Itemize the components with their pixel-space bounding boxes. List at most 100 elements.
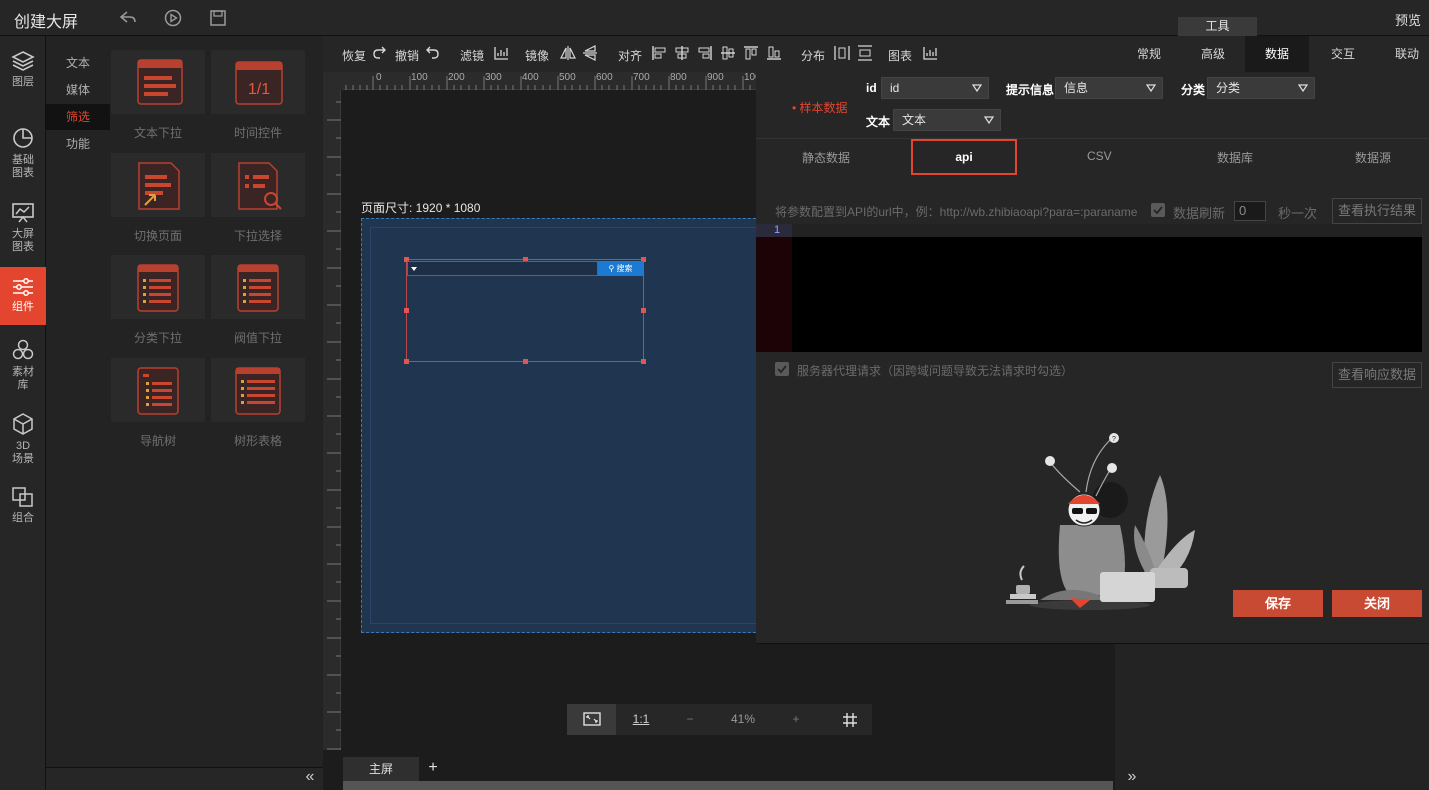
align-center-icon[interactable] (674, 45, 690, 61)
bar-chart-icon[interactable] (493, 45, 509, 61)
component-tree-table[interactable]: 树形表格 (211, 344, 305, 448)
flip-horizontal-icon[interactable] (560, 45, 576, 61)
cube-icon (13, 413, 33, 435)
subcat-text[interactable]: 文本 (46, 50, 110, 76)
grid-toggle-button[interactable] (827, 704, 872, 735)
resize-handle[interactable] (523, 359, 528, 364)
align-left-icon[interactable] (651, 45, 667, 61)
tab-data[interactable]: 数据 (1245, 36, 1309, 72)
nav-item-components[interactable]: 组件 (0, 267, 46, 325)
redo-icon[interactable] (372, 45, 388, 61)
top-bar: 创建大屏 工具 预览 (0, 0, 1429, 36)
widget-search-button[interactable]: ⚲ 搜索 (598, 261, 643, 276)
resize-handle[interactable] (404, 359, 409, 364)
component-threshold-dropdown[interactable]: 阀值下拉 (211, 241, 305, 345)
align-middle-icon[interactable] (720, 45, 736, 61)
dropdown-select-icon (238, 162, 282, 210)
close-button[interactable]: 关闭 (1332, 590, 1422, 617)
nav-item-material[interactable]: 素材 库 (0, 338, 46, 396)
preview-link[interactable]: 预览 (1395, 10, 1421, 29)
component-switch-page[interactable]: 切换页面 (111, 139, 205, 243)
hint-field-select[interactable]: 信息 (1055, 77, 1163, 99)
tab-static-data[interactable]: 静态数据 (802, 149, 850, 166)
resize-handle[interactable] (641, 308, 646, 313)
undo-icon[interactable] (424, 45, 440, 61)
id-field-select[interactable]: id (881, 77, 989, 99)
tab-interaction[interactable]: 交互 (1311, 36, 1375, 72)
mirror-button[interactable]: 镜像 (525, 47, 549, 64)
data-refresh-checkbox[interactable] (1151, 203, 1165, 217)
play-icon[interactable] (163, 8, 183, 28)
api-url-hint: 将参数配置到API的url中，例：http://wb.zhibiaoapi?pa… (775, 205, 1138, 219)
filter-button[interactable]: 滤镜 (460, 47, 484, 64)
align-bottom-icon[interactable] (766, 45, 782, 61)
api-code-editor[interactable] (756, 224, 1422, 352)
distribute-vertical-icon[interactable] (857, 45, 873, 61)
ruler-label: 700 (633, 72, 650, 83)
back-icon[interactable] (118, 8, 138, 28)
text-dropdown-icon (137, 59, 183, 105)
distribute-button[interactable]: 分布 (801, 47, 825, 64)
ruler-label: 300 (485, 72, 502, 83)
view-response-button[interactable]: 查看响应数据 (1332, 362, 1422, 388)
tab-datasource[interactable]: 数据源 (1355, 149, 1391, 166)
ruler-label: 0 (376, 72, 382, 83)
align-button[interactable]: 对齐 (618, 47, 642, 64)
widget-dropdown[interactable] (407, 261, 598, 276)
component-time-control[interactable]: 1/1 时间控件 (211, 36, 305, 140)
fit-screen-button[interactable] (567, 704, 616, 735)
align-top-icon[interactable] (743, 45, 759, 61)
save-icon[interactable] (208, 8, 228, 28)
collapse-left-icon[interactable]: « (300, 768, 320, 788)
nav-item-group[interactable]: 组合 (0, 486, 46, 530)
add-screen-button[interactable]: + (423, 757, 443, 781)
chart-icon[interactable] (922, 45, 938, 61)
editor-line-number: 1 (756, 224, 792, 237)
ruler-label: 500 (559, 72, 576, 83)
tab-general[interactable]: 常规 (1117, 36, 1181, 72)
resize-handle[interactable] (641, 359, 646, 364)
nav-item-3d-scene[interactable]: 3D 场景 (0, 412, 46, 470)
zoom-in-button[interactable]: + (781, 704, 811, 735)
text-field-select[interactable]: 文本 (893, 109, 1001, 131)
server-proxy-checkbox[interactable] (775, 362, 789, 376)
align-right-icon[interactable] (697, 45, 713, 61)
horizontal-scrollbar[interactable] (343, 781, 1113, 790)
tab-advanced[interactable]: 高级 (1181, 36, 1245, 72)
component-dropdown-select[interactable]: 下拉选择 (211, 139, 305, 243)
distribute-horizontal-icon[interactable] (834, 45, 850, 61)
subcat-function[interactable]: 功能 (46, 131, 110, 157)
component-thumb (211, 358, 305, 422)
nav-item-big-chart[interactable]: 大屏 图表 (0, 202, 46, 260)
refresh-unit-label: 秒一次 (1278, 206, 1318, 221)
redo-button[interactable]: 恢复 (342, 47, 366, 64)
chart-button[interactable]: 图表 (888, 47, 912, 64)
subcat-media[interactable]: 媒体 (46, 77, 110, 103)
tab-csv[interactable]: CSV (1087, 149, 1112, 163)
tab-database[interactable]: 数据库 (1217, 149, 1253, 166)
zoom-out-button[interactable]: − (675, 704, 705, 735)
tree-table-icon (235, 367, 281, 415)
save-button[interactable]: 保存 (1233, 590, 1323, 617)
search-icon: ⚲ (608, 264, 615, 273)
tab-api[interactable]: api (911, 139, 1017, 175)
view-result-button[interactable]: 查看执行结果 (1332, 198, 1422, 224)
resize-handle[interactable] (404, 308, 409, 313)
tab-linkage[interactable]: 联动 (1375, 36, 1429, 72)
tab-main-screen[interactable]: 主屏 (343, 757, 419, 781)
subcat-filter[interactable]: 筛选 (46, 104, 110, 130)
component-text-dropdown[interactable]: 文本下拉 (111, 36, 205, 140)
component-nav-tree[interactable]: 导航树 (111, 344, 205, 448)
refresh-interval-input[interactable]: 0 (1234, 201, 1266, 221)
category-field-select[interactable]: 分类 (1207, 77, 1315, 99)
id-field-label: id (866, 81, 877, 95)
component-category-dropdown[interactable]: 分类下拉 (111, 241, 205, 345)
flip-vertical-icon[interactable] (582, 45, 598, 61)
ruler-left-ticks (327, 101, 341, 750)
collapse-right-icon[interactable]: » (1122, 768, 1142, 788)
ruler-label: 200 (448, 72, 465, 83)
nav-item-basic-chart[interactable]: 基础 图表 (0, 126, 46, 184)
undo-button[interactable]: 撤销 (395, 47, 419, 64)
nav-item-layers[interactable]: 图层 (0, 50, 46, 100)
actual-size-button[interactable]: 1:1 (623, 704, 659, 735)
